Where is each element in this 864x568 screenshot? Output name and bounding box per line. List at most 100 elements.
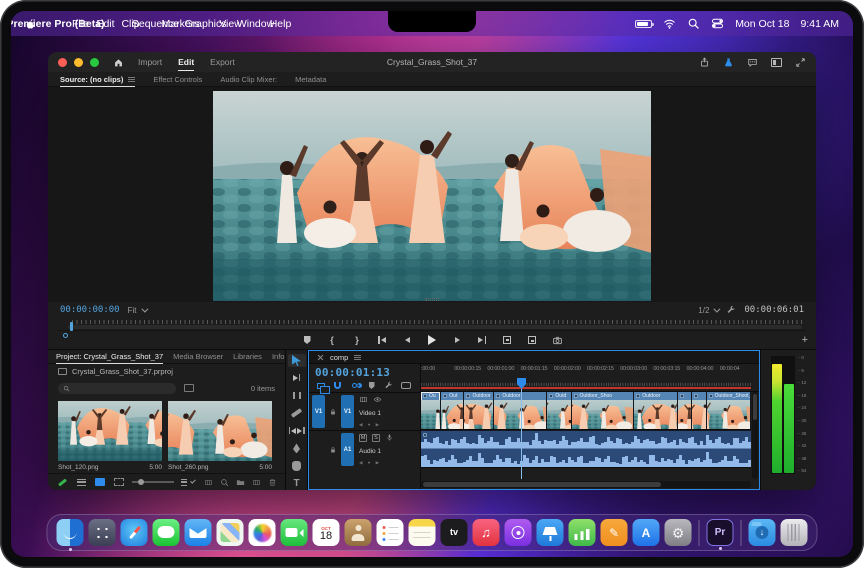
track-target-v1[interactable]: V1	[341, 395, 354, 428]
workspaces-icon[interactable]	[771, 58, 782, 67]
project-tab[interactable]: Libraries	[233, 349, 262, 364]
tool-track-select-forward[interactable]	[288, 372, 306, 385]
step-back-button[interactable]	[398, 333, 417, 348]
solo-track-button[interactable]: S	[372, 434, 380, 442]
captions-icon[interactable]	[400, 381, 411, 390]
scrubber-playhead[interactable]	[70, 322, 73, 331]
dock-item-mail[interactable]	[185, 519, 212, 546]
new-bin-icon[interactable]	[236, 478, 245, 487]
dock-item-calendar[interactable]: OCT18	[313, 519, 340, 546]
timeline-clip[interactable]: Outdoor_Shoot_v01.m	[707, 392, 750, 429]
close-window-button[interactable]	[58, 58, 67, 67]
project-tab[interactable]: Info	[272, 349, 285, 364]
clear-trash-icon[interactable]	[268, 478, 277, 487]
mark-in-button[interactable]: {	[323, 333, 342, 348]
zoom-level-dropdown[interactable]: Fit	[128, 306, 146, 315]
sort-icons-button[interactable]	[181, 477, 193, 487]
source-patch-v1[interactable]: V1	[312, 395, 325, 428]
button-editor-plus[interactable]: +	[802, 334, 808, 346]
new-item-icon[interactable]	[252, 478, 261, 487]
tool-razor[interactable]	[288, 407, 306, 420]
menu-item-window[interactable]: Window	[250, 19, 261, 28]
beta-feedback-icon[interactable]	[723, 57, 734, 68]
menu-item-sequence[interactable]: Sequence	[150, 19, 161, 28]
menu-item-file[interactable]: File	[75, 19, 86, 28]
dock-item-pages[interactable]: ✎	[601, 519, 628, 546]
dock-item-safari[interactable]	[121, 519, 148, 546]
dock-item-maps[interactable]	[217, 519, 244, 546]
keyframe-nav[interactable]: ◀ ● ▶	[359, 460, 417, 466]
timeline-clip[interactable]	[678, 392, 692, 429]
filter-bin-icon[interactable]	[184, 384, 194, 392]
source-patch-a1[interactable]	[312, 433, 325, 466]
menu-item-view[interactable]: View	[225, 19, 236, 28]
minimize-window-button[interactable]	[74, 58, 83, 67]
dock-item-downloads[interactable]: ↓	[749, 519, 776, 546]
menu-item-graphics[interactable]: Graphics	[200, 19, 211, 28]
timeline-playhead-timecode[interactable]: 00:00:01:13	[315, 366, 414, 379]
dock-item-premiere[interactable]: Pr	[707, 519, 734, 546]
dock-item-numbers[interactable]	[569, 519, 596, 546]
automate-to-sequence-icon[interactable]	[204, 478, 213, 487]
dock-item-tv[interactable]: tv	[441, 519, 468, 546]
tool-slip[interactable]	[288, 425, 306, 438]
dock-item-trash[interactable]	[781, 519, 808, 546]
tool-selection[interactable]	[288, 354, 306, 367]
export-frame-button[interactable]	[548, 333, 567, 348]
project-clip-card[interactable]: Shot_120.png 5:00	[58, 401, 162, 471]
toggle-track-output-eye-icon[interactable]	[373, 395, 382, 404]
tool-hand[interactable]	[288, 460, 306, 473]
keyframe-nav[interactable]: ◀ ● ▶	[359, 422, 417, 428]
dock-item-facetime[interactable]	[281, 519, 308, 546]
timeline-clip[interactable]: Outd	[547, 392, 570, 429]
playback-resolution-dropdown[interactable]: 1/2	[698, 306, 718, 315]
dock-item-podcasts[interactable]	[505, 519, 532, 546]
timeline-ruler[interactable]: :00:0000:00:00:1500:00:01:0000:00:01:150…	[421, 364, 759, 392]
linked-selection-icon[interactable]	[349, 381, 360, 390]
tool-ripple-edit[interactable]	[288, 389, 306, 402]
add-marker-icon[interactable]	[366, 381, 377, 390]
zoom-window-button[interactable]	[90, 58, 99, 67]
monitor-drag-handle[interactable]	[425, 298, 439, 301]
dock-item-notes[interactable]	[409, 519, 436, 546]
dock-item-reminders[interactable]	[377, 519, 404, 546]
timeline-clip[interactable]: Out	[441, 392, 463, 429]
horizontal-scrollbar[interactable]	[421, 481, 751, 488]
fullscreen-icon[interactable]	[795, 57, 806, 68]
thumbnail-zoom-slider[interactable]	[132, 481, 174, 483]
menubar-time[interactable]: 9:41 AM	[800, 18, 839, 30]
scrubber-track[interactable]	[68, 325, 802, 329]
timeline-clip[interactable]: Outdoor	[634, 392, 676, 429]
mark-out-button[interactable]: }	[348, 333, 367, 348]
audio-clip[interactable]	[421, 431, 751, 466]
timeline-clip[interactable]: Outdoor_Shoo	[572, 392, 634, 429]
menu-item-help[interactable]: Help	[275, 19, 286, 28]
monitor-scrubber[interactable]	[58, 318, 806, 331]
control-center-icon[interactable]	[711, 17, 724, 30]
add-marker-button[interactable]	[298, 333, 317, 348]
dock-item-music[interactable]: ♫	[473, 519, 500, 546]
search-input[interactable]	[58, 383, 176, 394]
playhead-line[interactable]	[521, 389, 522, 479]
project-file-row[interactable]: Crystal_Grass_Shot_37.prproj	[48, 364, 285, 379]
track-lock-icon[interactable]	[327, 395, 339, 428]
sequence-tab[interactable]: comp	[330, 353, 348, 362]
vertical-scrollbar[interactable]	[752, 392, 758, 479]
extract-button[interactable]	[523, 333, 542, 348]
monitor-settings-wrench-icon[interactable]	[726, 305, 736, 315]
close-sequence-icon[interactable]	[317, 354, 324, 361]
nav-tab-import[interactable]: Import	[138, 53, 162, 71]
battery-icon[interactable]	[635, 20, 652, 28]
icon-view-button[interactable]	[94, 477, 106, 487]
nav-tab-edit[interactable]: Edit	[178, 53, 194, 71]
mute-track-button[interactable]: M	[359, 434, 367, 442]
panel-menu-icon[interactable]	[128, 77, 135, 82]
panel-tab[interactable]: Audio Clip Mixer:	[220, 72, 277, 86]
tool-pen[interactable]	[288, 442, 306, 455]
nav-tab-export[interactable]: Export	[210, 53, 235, 71]
sync-lock-icon[interactable]	[359, 395, 368, 404]
timeline-clip[interactable]	[692, 392, 706, 429]
project-clip-card[interactable]: Shot_260.png 5:00	[168, 401, 272, 471]
timeline-clip[interactable]: Outdoor	[464, 392, 493, 429]
dock-item-photos[interactable]	[249, 519, 276, 546]
